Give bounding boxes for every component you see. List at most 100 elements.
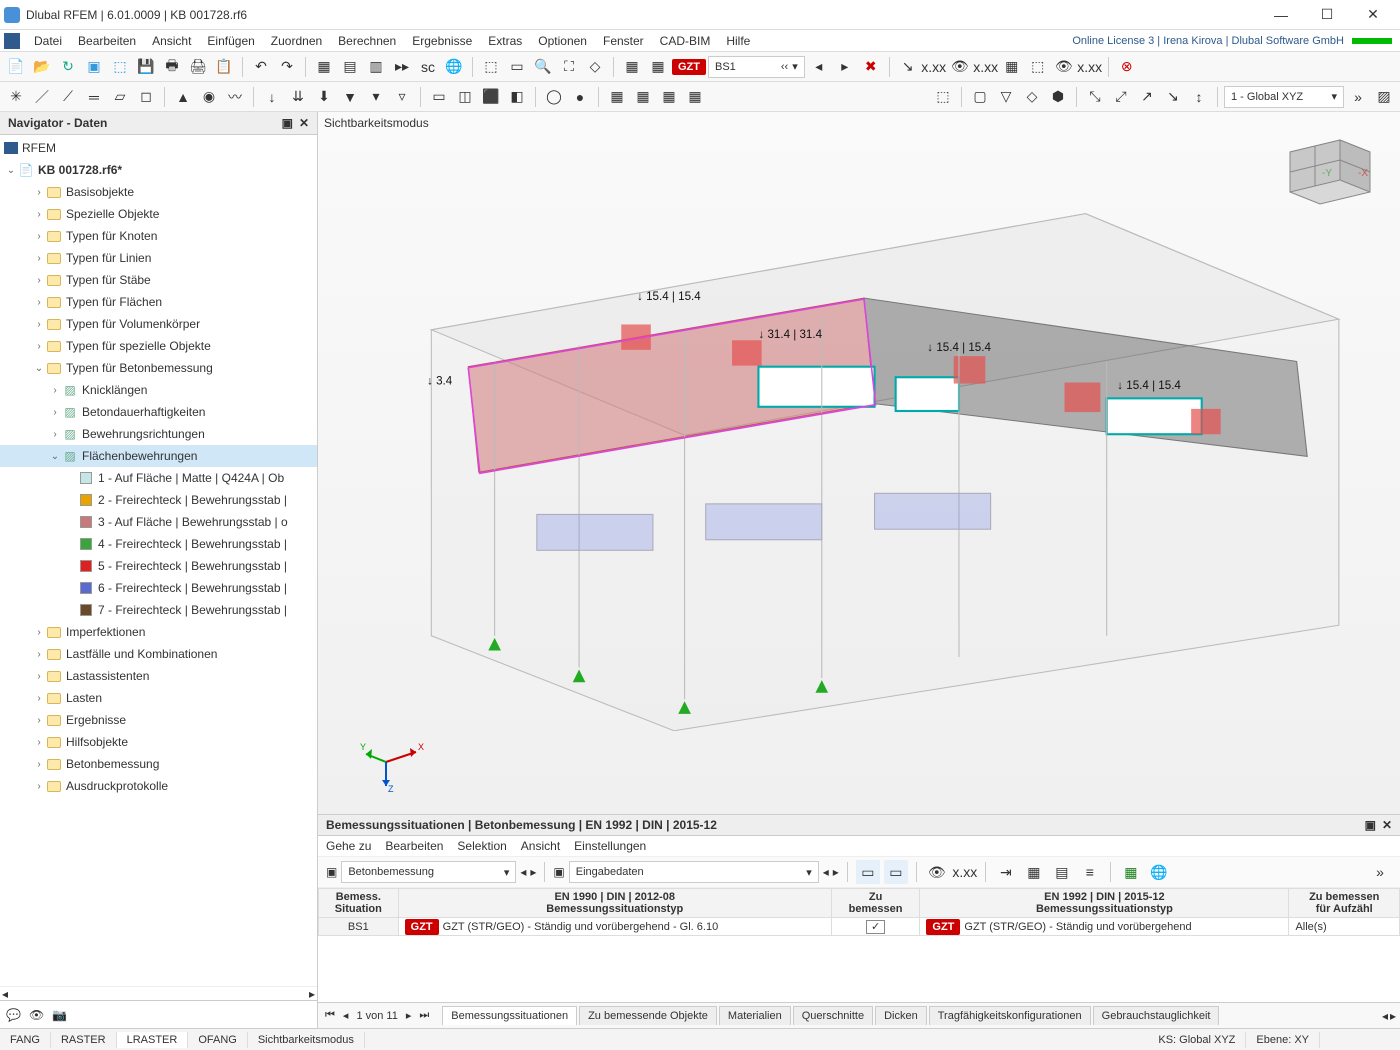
load2-icon[interactable]: ⇊ — [286, 85, 310, 109]
menu-ansicht[interactable]: Ansicht — [144, 32, 199, 50]
loadcase-combo[interactable]: BS1 ‹‹▾ — [708, 56, 805, 78]
next-module-icon[interactable]: ▸ — [530, 865, 536, 879]
chevron-right-icon[interactable]: › — [32, 187, 46, 198]
tree-item[interactable]: ›Hilfsobjekte — [0, 731, 317, 753]
menu-extras[interactable]: Extras — [480, 32, 530, 50]
world-icon[interactable]: 🌐 — [442, 55, 466, 79]
tree-item[interactable]: ›Spezielle Objekte — [0, 203, 317, 225]
tree-item[interactable]: 3 - Auf Fläche | Bewehrungsstab | o — [0, 511, 317, 533]
view1-icon[interactable]: ▢ — [968, 85, 992, 109]
axis5-icon[interactable]: ↕ — [1187, 85, 1211, 109]
save-all-icon[interactable]: 🖶 — [160, 55, 184, 79]
chevron-right-icon[interactable]: › — [48, 429, 62, 440]
beam-icon[interactable]: ═ — [82, 85, 106, 109]
filter1-icon[interactable]: ▦ — [620, 55, 644, 79]
chevron-down-icon[interactable]: ⌄ — [4, 165, 18, 176]
table-row[interactable]: BS1 GZTGZT (STR/GEO) - Ständig und vorüb… — [319, 918, 1400, 936]
status-item[interactable]: Sichtbarkeitsmodus — [248, 1032, 365, 1048]
box-icon[interactable]: ⬚ — [108, 55, 132, 79]
menu-berechnen[interactable]: Berechnen — [330, 32, 404, 50]
table-icon[interactable]: ▤ — [338, 55, 362, 79]
tree-item[interactable]: ›Basisobjekte — [0, 181, 317, 203]
chevron-right-icon[interactable]: › — [32, 253, 46, 264]
script-icon[interactable]: sc — [416, 55, 440, 79]
tree-item[interactable]: ⌄▨Flächenbewehrungen — [0, 445, 317, 467]
view3-icon[interactable]: ◇ — [1020, 85, 1044, 109]
load1-icon[interactable]: ↓ — [260, 85, 284, 109]
axis1-icon[interactable]: ⤡ — [1083, 85, 1107, 109]
export4-icon[interactable]: ≡ — [1078, 860, 1102, 884]
tree-item[interactable]: ›Imperfektionen — [0, 621, 317, 643]
chevron-right-icon[interactable]: › — [32, 737, 46, 748]
chevron-right-icon[interactable]: › — [48, 385, 62, 396]
grid1-icon[interactable]: ▦ — [605, 85, 629, 109]
tree-item[interactable]: 1 - Auf Fläche | Matte | Q424A | Ob — [0, 467, 317, 489]
tree-item[interactable]: 7 - Freirechteck | Bewehrungsstab | — [0, 599, 317, 621]
close-x-icon[interactable]: ⊗ — [1115, 55, 1139, 79]
tree-item[interactable]: ›Typen für Volumenkörper — [0, 313, 317, 335]
refresh-icon[interactable]: ↻ — [56, 55, 80, 79]
zoom-icon[interactable]: 🔍 — [531, 55, 555, 79]
tree-item[interactable]: 2 - Freirechteck | Bewehrungsstab | — [0, 489, 317, 511]
surface-icon[interactable]: ▱ — [108, 85, 132, 109]
tree-item[interactable]: ›Typen für Knoten — [0, 225, 317, 247]
box2-icon[interactable]: ◫ — [453, 85, 477, 109]
camera-icon[interactable]: 📷 — [52, 1008, 67, 1022]
excel-icon[interactable]: ▦ — [1119, 860, 1143, 884]
axis4-icon[interactable]: ↘ — [1161, 85, 1185, 109]
bottom-tab[interactable]: Zu bemessende Objekte — [579, 1006, 717, 1025]
viewport-3d[interactable]: Sichtbarkeitsmodus -Y -X — [318, 112, 1400, 814]
tree-item[interactable]: ›Typen für spezielle Objekte — [0, 335, 317, 357]
chevron-right-icon[interactable]: › — [48, 407, 62, 418]
bp-menu-item[interactable]: Einstellungen — [574, 839, 646, 853]
more-icon[interactable]: » — [1346, 85, 1370, 109]
globe-icon[interactable]: 🌐 — [1147, 860, 1171, 884]
tree-item[interactable]: ›Ausdruckprotokolle — [0, 775, 317, 797]
eye-icon[interactable]: 👁 — [948, 55, 972, 79]
cube-icon[interactable]: ◧ — [505, 85, 529, 109]
tree-item[interactable]: ›Lastfälle und Kombinationen — [0, 643, 317, 665]
delete-icon[interactable]: ✖ — [859, 55, 883, 79]
support-icon[interactable]: ▲ — [171, 85, 195, 109]
close-panel-icon[interactable]: ✕ — [299, 116, 309, 130]
force-icon[interactable]: ↘ — [896, 55, 920, 79]
tree-item[interactable]: ›▨Bewehrungsrichtungen — [0, 423, 317, 445]
navigator-tree[interactable]: RFEM ⌄ 📄 KB 001728.rf6* ›Basisobjekte›Sp… — [0, 135, 317, 986]
bp-menu-item[interactable]: Gehe zu — [326, 839, 371, 853]
h-scrollbar[interactable]: ◂▸ — [0, 986, 317, 1000]
copy-icon[interactable]: 📋 — [212, 55, 236, 79]
tree-item[interactable]: ›Typen für Flächen — [0, 291, 317, 313]
load5-icon[interactable]: ▾ — [364, 85, 388, 109]
calc-icon[interactable]: ▸▸ — [390, 55, 414, 79]
eye3-icon[interactable]: 👁 — [925, 860, 949, 884]
minimize-button[interactable]: — — [1258, 0, 1304, 30]
menu-cad-bim[interactable]: CAD-BIM — [652, 32, 719, 50]
dim4-icon[interactable]: x.xx — [953, 860, 977, 884]
fit-icon[interactable]: ⛶ — [557, 55, 581, 79]
undo-icon[interactable]: ↶ — [249, 55, 273, 79]
arc-icon[interactable]: ⟋ — [56, 85, 80, 109]
chevron-right-icon[interactable]: › — [32, 715, 46, 726]
status-item[interactable]: LRASTER — [117, 1032, 189, 1048]
tree-item[interactable]: ›Lastassistenten — [0, 665, 317, 687]
bottom-tab[interactable]: Bemessungssituationen — [442, 1006, 577, 1025]
chevron-right-icon[interactable]: › — [32, 627, 46, 638]
snap-icon[interactable]: ◇ — [583, 55, 607, 79]
tree-item[interactable]: ⌄Typen für Betonbemessung — [0, 357, 317, 379]
tree-item[interactable]: 6 - Freirechteck | Bewehrungsstab | — [0, 577, 317, 599]
section-icon[interactable]: ⬚ — [1026, 55, 1050, 79]
dock2-icon[interactable]: ▣ — [1365, 818, 1376, 832]
chevron-right-icon[interactable]: › — [32, 693, 46, 704]
tree-item[interactable]: ›▨Knicklängen — [0, 379, 317, 401]
bp-menu-item[interactable]: Ansicht — [521, 839, 560, 853]
filter2-icon[interactable]: ▦ — [646, 55, 670, 79]
dock-icon[interactable]: ▣ — [282, 116, 293, 130]
chevron-right-icon[interactable]: › — [32, 319, 46, 330]
chevron-down-icon[interactable]: ⌄ — [48, 451, 62, 462]
design-table[interactable]: Bemess.Situation EN 1990 | DIN | 2012-08… — [318, 888, 1400, 936]
dim-icon[interactable]: x.xx — [922, 55, 946, 79]
bp-menu-item[interactable]: Selektion — [457, 839, 506, 853]
menu-einfügen[interactable]: Einfügen — [199, 32, 262, 50]
next-icon[interactable]: ▸ — [833, 55, 857, 79]
list-icon[interactable]: ▥ — [364, 55, 388, 79]
